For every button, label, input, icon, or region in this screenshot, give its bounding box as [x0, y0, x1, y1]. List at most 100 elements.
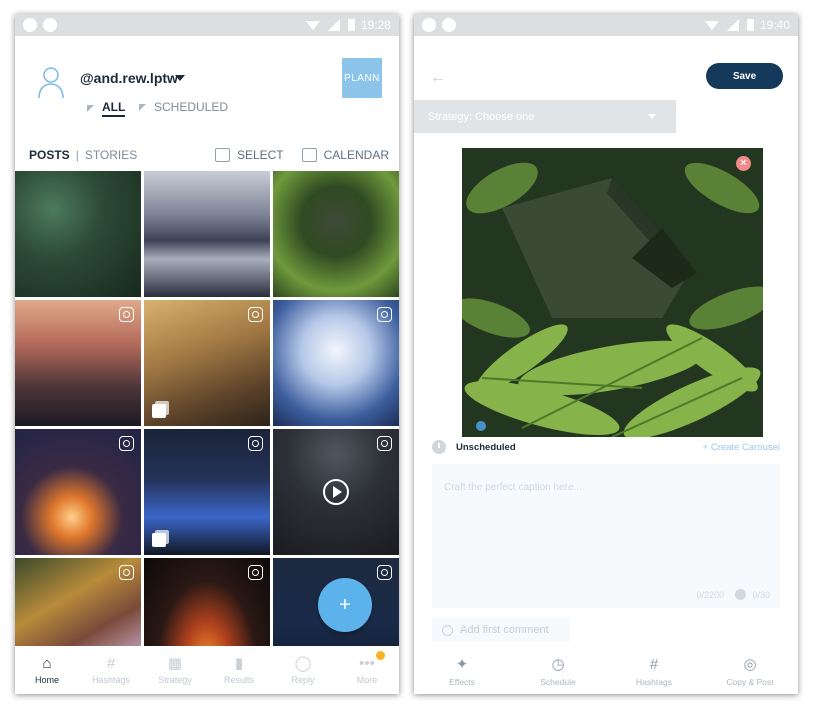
status-time: 19:28 [360, 18, 391, 32]
filter-all-label: ALL [102, 100, 126, 117]
instagram-icon: ◎ [743, 656, 757, 673]
tab-separator: | [75, 148, 79, 162]
instagram-icon [377, 436, 392, 451]
app-notification-icon [442, 18, 456, 32]
clock-icon [432, 440, 446, 454]
calendar-label: CALENDAR [323, 148, 389, 162]
post-image[interactable]: ✕ [462, 148, 763, 437]
post-editor-screen: 19:40 ← Save Strategy: Choose one ✕ Unsc… [414, 14, 798, 694]
instagram-icon [377, 307, 392, 322]
instagram-icon [119, 307, 134, 322]
post-thumbnail[interactable] [15, 300, 141, 426]
battery-icon [746, 19, 754, 31]
checkbox-icon [214, 148, 230, 162]
nav-item-effects[interactable]: ✦ Effects [422, 655, 502, 687]
filter-marker-icon [87, 105, 94, 112]
post-thumbnail[interactable] [273, 171, 399, 297]
hashtag-count-value: 0/30 [752, 589, 770, 600]
multi-image-icon [152, 404, 166, 418]
nav-label: Strategy [158, 675, 192, 685]
instagram-icon [248, 436, 263, 451]
magic-wand-icon: ✦ [455, 656, 469, 673]
content-tabs: POSTS | STORIES SELECT CALENDAR [29, 148, 389, 162]
nav-label: Home [34, 675, 59, 685]
grid-icon: ▦ [167, 655, 183, 672]
nav-item-hashtags[interactable]: # Hashtags [614, 655, 694, 688]
select-label: SELECT [236, 148, 284, 162]
select-button[interactable]: SELECT [214, 148, 284, 162]
nav-item-strategy[interactable]: ▦ Strategy [143, 655, 207, 685]
nav-item-more[interactable]: ••• More [335, 651, 399, 685]
nav-label: Effects [449, 677, 475, 687]
brand-logo: PLANN [342, 58, 382, 98]
bar-chart-icon: ▮ [234, 655, 244, 672]
crop-icon[interactable] [476, 421, 486, 431]
calendar-button[interactable]: CALENDAR [301, 148, 389, 162]
signal-icon [726, 19, 739, 31]
post-thumbnail[interactable] [15, 429, 141, 555]
nav-label: Results [223, 675, 254, 685]
home-icon: ⌂ [42, 654, 52, 672]
schedule-row: Unscheduled + Create Carousel [432, 440, 780, 454]
instagram-icon [248, 307, 263, 322]
hashtag-icon: # [649, 655, 659, 673]
nav-item-hashtags[interactable]: # Hashtags [79, 655, 143, 686]
hashtag-count: 0/30 [735, 589, 770, 600]
post-thumbnail[interactable] [144, 300, 270, 426]
nav-label: Hashtags [91, 675, 131, 685]
fern-cabin-image [462, 148, 763, 437]
play-icon [323, 479, 349, 505]
notification-icon [23, 18, 37, 32]
post-thumbnail[interactable] [144, 171, 270, 297]
post-thumbnail[interactable] [15, 171, 141, 297]
hashtag-icon [735, 589, 747, 600]
post-thumbnail[interactable] [273, 300, 399, 426]
chat-bubble-icon: ◯ [294, 655, 312, 672]
signal-icon [327, 19, 340, 31]
caption-placeholder: Craft the perfect caption here... [444, 482, 582, 493]
caption-input[interactable]: Craft the perfect caption here... 0/2200… [432, 464, 780, 608]
post-thumbnail[interactable] [273, 429, 399, 555]
nav-item-reply[interactable]: ◯ Reply [271, 655, 335, 685]
instagram-icon [119, 565, 134, 580]
comment-icon [442, 624, 453, 636]
tab-stories[interactable]: STORIES [85, 148, 137, 162]
nav-label: More [356, 675, 378, 685]
nav-label: Reply [291, 675, 315, 685]
app-notification-icon [43, 18, 57, 32]
bottom-nav: ⌂ Home # Hashtags ▦ Strategy ▮ Results ◯ Reply •••… [15, 646, 399, 694]
add-comment-button[interactable]: Add first comment [432, 618, 570, 642]
filter-all[interactable]: ALL [87, 100, 126, 117]
multi-image-icon [152, 533, 166, 547]
strategy-label: Strategy: Choose one [428, 110, 535, 123]
nav-label: Schedule [540, 677, 576, 687]
nav-item-results[interactable]: ▮ Results [207, 655, 271, 685]
filter-scheduled[interactable]: SCHEDULED [139, 100, 228, 114]
status-bar: 19:28 [15, 14, 399, 36]
post-thumbnail[interactable] [144, 429, 270, 555]
status-right: 19:40 [704, 18, 790, 32]
avatar-icon[interactable] [37, 64, 65, 100]
wifi-icon [704, 21, 719, 30]
wifi-icon [305, 21, 320, 30]
tab-posts[interactable]: POSTS [29, 148, 70, 162]
instagram-icon [377, 565, 392, 580]
account-username[interactable]: @and.rew.lptw [80, 70, 178, 86]
notification-badge [376, 651, 385, 660]
nav-item-schedule[interactable]: ◷ Schedule [518, 655, 598, 687]
add-post-button[interactable]: + [318, 578, 372, 632]
back-arrow-icon[interactable]: ← [430, 69, 446, 87]
nav-item-copy-post[interactable]: ◎ Copy & Post [710, 655, 790, 687]
chevron-down-icon[interactable] [175, 75, 185, 81]
remove-image-icon[interactable]: ✕ [736, 156, 751, 171]
create-carousel-link[interactable]: + Create Carousel [703, 442, 780, 453]
filter-marker-icon [139, 103, 146, 111]
nav-label: Hashtags [636, 677, 672, 687]
nav-item-home[interactable]: ⌂ Home [15, 654, 79, 686]
status-bar: 19:40 [414, 14, 798, 36]
save-button[interactable]: Save [706, 63, 783, 89]
status-time: 19:40 [759, 18, 790, 32]
schedule-status[interactable]: Unscheduled [456, 442, 516, 453]
notification-icon [422, 18, 436, 32]
strategy-dropdown[interactable]: Strategy: Choose one [414, 100, 676, 133]
